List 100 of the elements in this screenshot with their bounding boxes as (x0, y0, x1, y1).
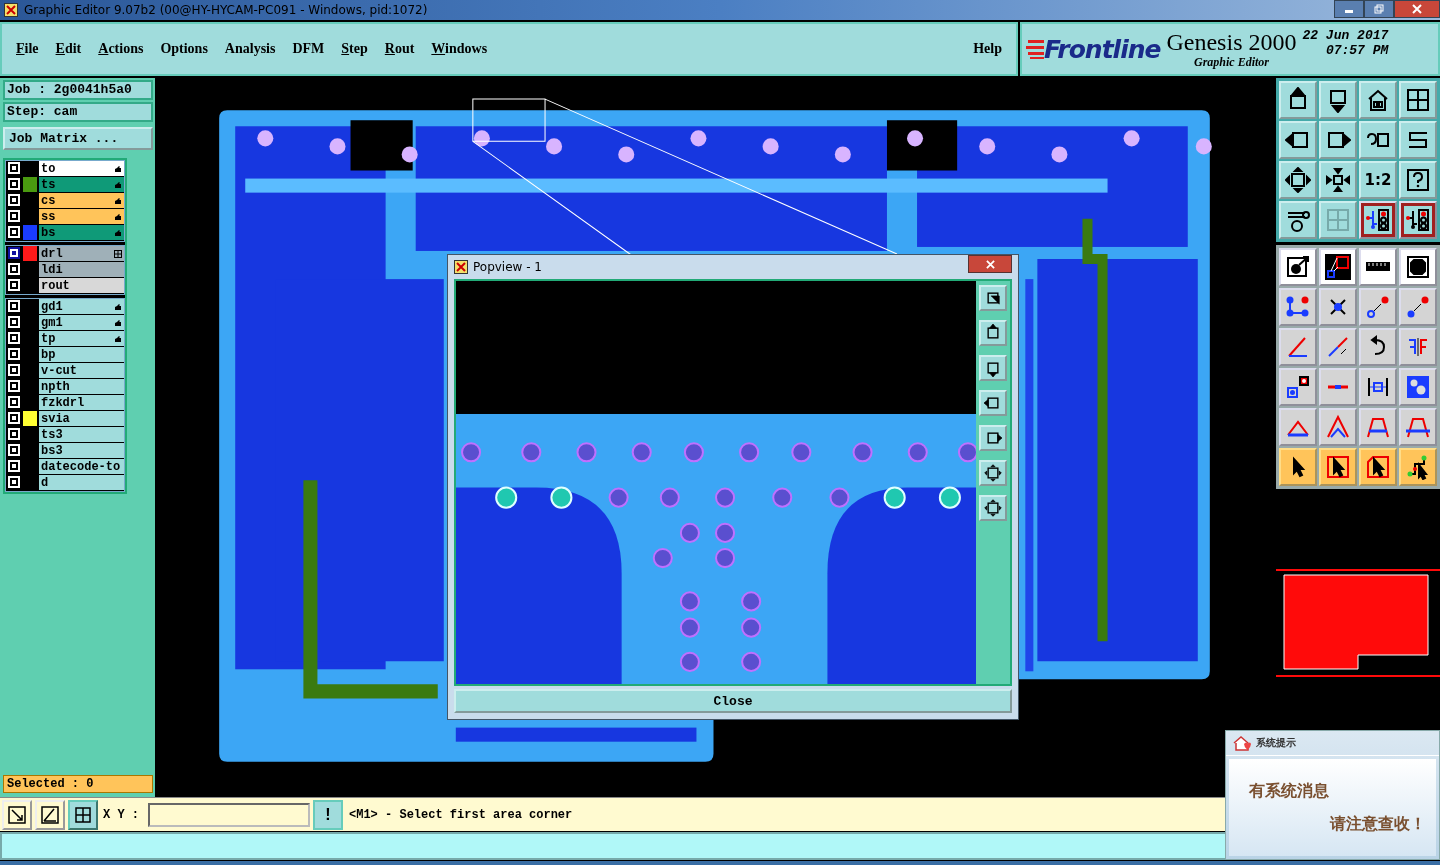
via-pad (618, 146, 635, 163)
view-tool-button[interactable] (979, 460, 1007, 486)
circuit-lights-icon (1365, 207, 1391, 233)
dot-arrow-icon (1365, 294, 1391, 320)
toolbar-button[interactable] (1359, 328, 1397, 366)
grid-icon (73, 804, 93, 825)
layers-icon (984, 289, 1002, 307)
menu-item[interactable]: Actions (98, 41, 144, 57)
layer-name[interactable]: ts3 (39, 427, 124, 443)
layer-name[interactable]: bs3 (39, 443, 124, 459)
layer-name[interactable]: gm1 (39, 315, 124, 331)
coordinate-field[interactable] (148, 802, 310, 827)
pointer-box-icon (1325, 454, 1351, 480)
menu-item[interactable]: Windows (431, 41, 488, 57)
job-field: Job : 2g0041h5a0 (3, 80, 153, 100)
layer-toggle[interactable] (8, 247, 20, 259)
toolbar-button[interactable] (1319, 248, 1357, 286)
pointer-trace-icon (1405, 454, 1431, 480)
shrink-box-icon (984, 499, 1002, 517)
layer-name[interactable]: drl (39, 246, 124, 262)
layer-name[interactable]: ss (39, 209, 124, 225)
toolbar-button[interactable] (1279, 368, 1317, 406)
menu-item[interactable]: Edit (55, 41, 82, 57)
layer-name[interactable]: ldi (39, 262, 124, 278)
menu-item[interactable]: Step (341, 41, 368, 57)
close-button[interactable] (1394, 0, 1440, 18)
restore-button[interactable] (1364, 0, 1394, 18)
via-pad (979, 138, 996, 155)
layer-name[interactable]: to (39, 161, 124, 177)
notification-title: 系统提示 (1256, 736, 1296, 750)
via-pad (546, 138, 563, 155)
layer-name[interactable]: v-cut (39, 363, 124, 379)
via-pad (1195, 138, 1212, 155)
angle-icon (40, 804, 60, 825)
layer-name[interactable]: cs (39, 193, 124, 209)
toolbar-button[interactable] (1279, 248, 1317, 286)
line-segment-icon (1326, 383, 1350, 391)
layer-name[interactable]: tp (39, 331, 124, 347)
menu-item[interactable]: File (16, 41, 39, 57)
menu-item[interactable]: Analysis (224, 41, 276, 57)
via-pad (907, 130, 924, 147)
toolbar-button[interactable] (1359, 368, 1397, 406)
square-dot-arrow-icon (1285, 374, 1311, 400)
via-pad (257, 130, 274, 147)
view-tool-button[interactable] (979, 425, 1007, 451)
layer-name[interactable]: svia (39, 411, 124, 427)
toolbar-button[interactable] (1399, 201, 1437, 239)
toolbar-button[interactable]: 1:2 (1359, 161, 1397, 199)
via-pad (329, 138, 346, 155)
layer-name[interactable]: bs (39, 225, 124, 241)
toolbar-button[interactable] (1399, 248, 1437, 286)
toolbar-button[interactable] (1319, 288, 1357, 326)
toolbar-button[interactable] (1359, 448, 1397, 486)
app-icon (4, 3, 18, 17)
status-message: <M1> - Select first area corner (348, 807, 573, 822)
alert-button[interactable]: ! (313, 799, 343, 830)
toolbar-button[interactable] (1279, 448, 1317, 486)
product-subtitle: Graphic Editor (1193, 54, 1269, 70)
speed-lines-icon (1026, 38, 1044, 60)
menu-item[interactable]: DFM (292, 41, 325, 57)
view-tool-button[interactable] (979, 355, 1007, 381)
layer-name[interactable]: npth (39, 379, 124, 395)
step-field: Step: cam (3, 102, 153, 122)
close-button[interactable]: Close (454, 689, 1012, 713)
toolbar-button[interactable] (1359, 248, 1397, 286)
view-tool-button[interactable] (979, 285, 1007, 311)
date-text: 22 Jun 2017 (1302, 28, 1389, 43)
close-icon (1412, 4, 1422, 14)
toolbar-button[interactable] (68, 799, 98, 830)
via-pad (401, 146, 418, 163)
layer-name[interactable]: gd1 (39, 299, 124, 315)
minimize-button[interactable] (1334, 0, 1364, 18)
pointer-octagon-icon (1365, 454, 1391, 480)
job-matrix-button[interactable]: Job Matrix ... (3, 127, 153, 150)
window-grid-icon (1405, 87, 1431, 113)
view-tool-button[interactable] (979, 320, 1007, 346)
layer-name[interactable]: rout (39, 278, 124, 294)
layer-name[interactable]: datecode-to (39, 459, 124, 475)
via-pad (1123, 130, 1140, 147)
view-tool-button[interactable] (979, 495, 1007, 521)
layer-name[interactable]: bp (39, 347, 124, 363)
view-tool-button[interactable] (979, 390, 1007, 416)
menu-item[interactable]: Options (160, 41, 208, 57)
expand-box-icon (984, 464, 1002, 482)
toolbar-button[interactable] (1319, 448, 1357, 486)
layer-name[interactable]: ts (39, 177, 124, 193)
layer-name[interactable]: d (39, 475, 124, 491)
restore-icon (1374, 4, 1384, 14)
coordinate-label: X Y : (102, 807, 140, 822)
app-icon (454, 260, 468, 274)
time-text: 07:57 PM (1325, 43, 1389, 58)
layer-name[interactable]: fzkdrl (39, 395, 124, 411)
help-menu[interactable]: Help (973, 41, 1002, 57)
close-button[interactable] (968, 255, 1012, 273)
circle-arrow-icon (1285, 254, 1311, 280)
arrow-left-box-icon (984, 394, 1002, 412)
toolbar-button[interactable] (1399, 448, 1437, 486)
menu-item[interactable]: Rout (384, 41, 415, 57)
dot-arrow-icon (1405, 294, 1431, 320)
toolbar-button[interactable] (1359, 201, 1397, 239)
